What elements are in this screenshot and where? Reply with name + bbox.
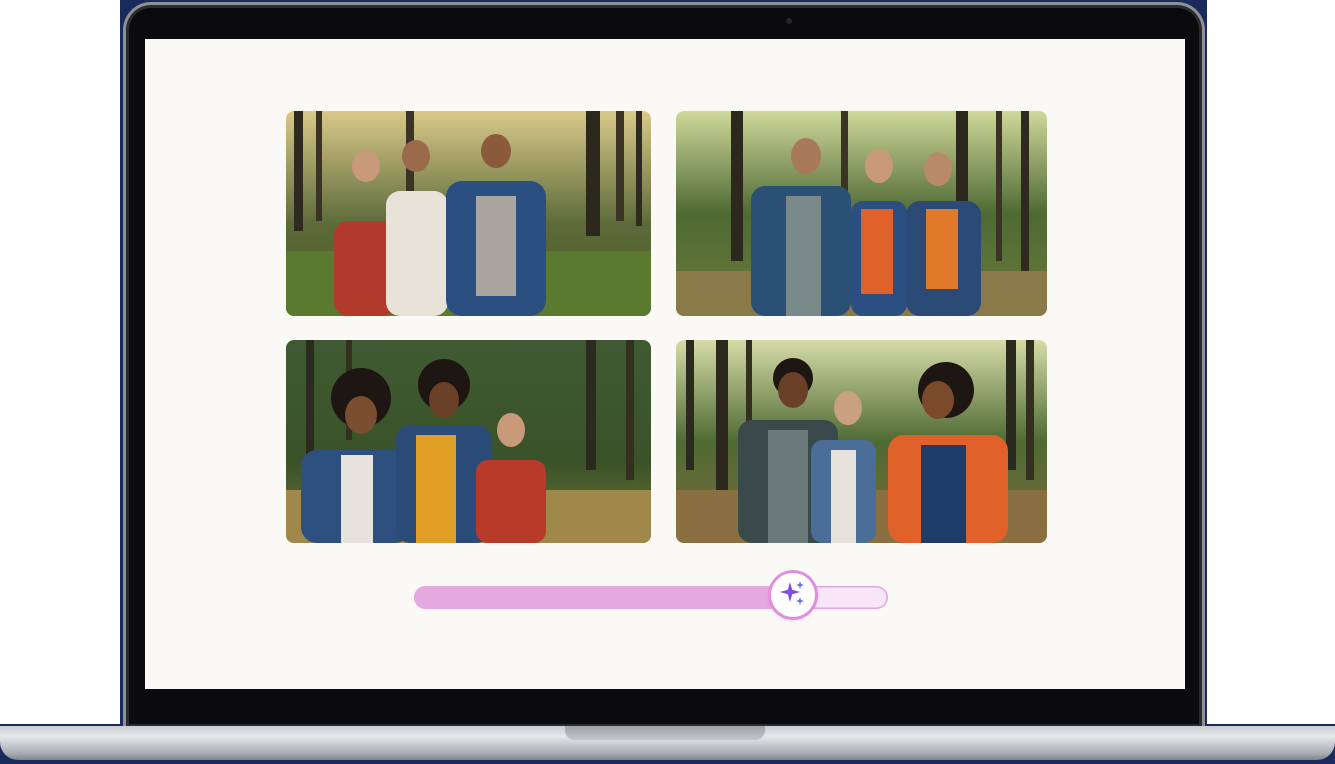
forest-photo-image (676, 340, 1047, 543)
forest-photo-image (286, 111, 651, 316)
photo-top-left[interactable] (286, 111, 651, 316)
camera-icon (786, 18, 792, 24)
screen (145, 39, 1185, 689)
photo-bottom-left[interactable] (286, 340, 651, 543)
laptop-notch (565, 726, 765, 740)
sparkles-icon (778, 578, 808, 613)
photo-top-right[interactable] (676, 111, 1047, 316)
slider-thumb[interactable] (771, 573, 815, 617)
forest-photo-image (286, 340, 651, 543)
slider-fill (414, 586, 793, 609)
photo-bottom-right[interactable] (676, 340, 1047, 543)
comparison-slider-track[interactable] (414, 586, 888, 609)
stage (0, 0, 1335, 764)
forest-photo-image (676, 111, 1047, 316)
